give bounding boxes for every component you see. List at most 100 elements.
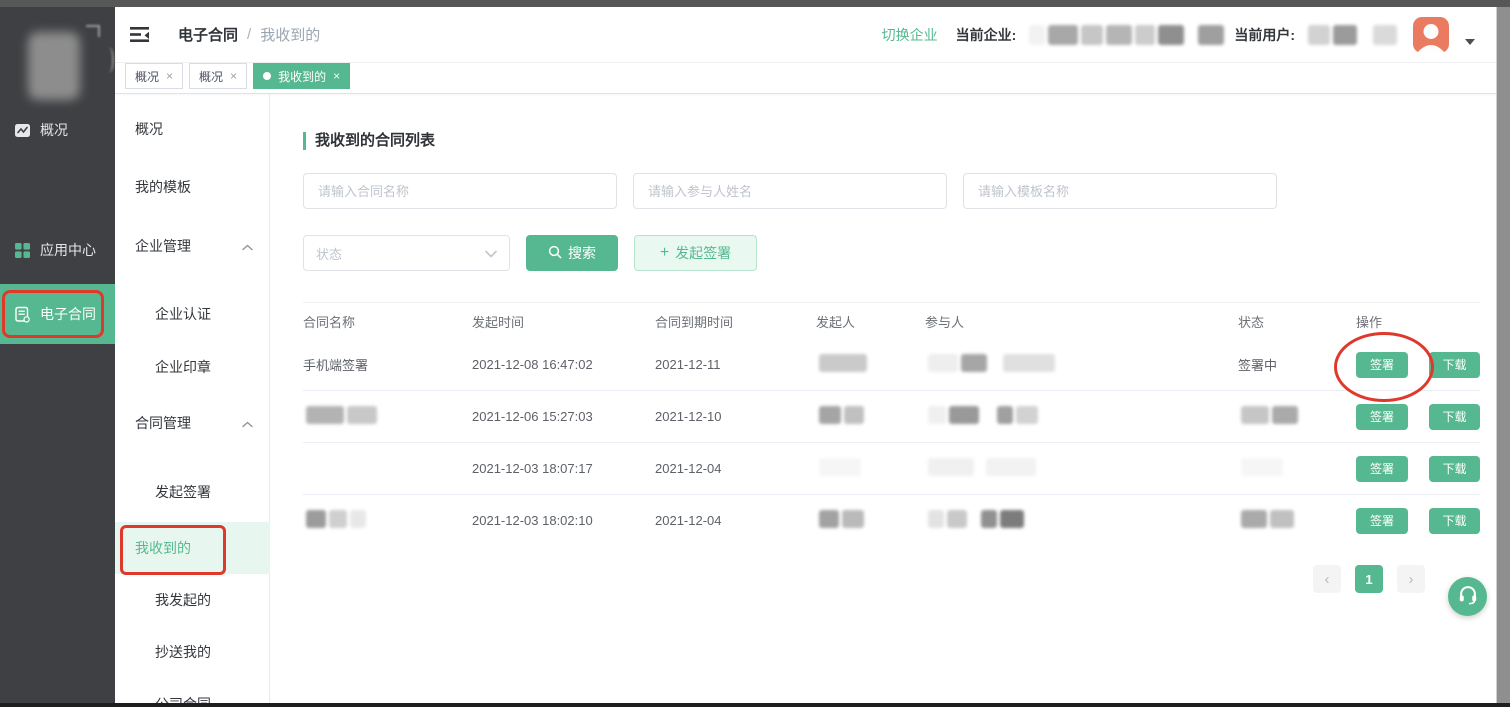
participants-redacted xyxy=(925,458,1036,476)
download-button[interactable]: 下载 xyxy=(1429,404,1480,430)
collapse-menu-icon[interactable] xyxy=(130,26,149,43)
create-sign-button[interactable]: + 发起签署 xyxy=(634,235,757,271)
cell-initiator xyxy=(816,406,925,427)
initiator-redacted xyxy=(816,354,867,372)
redacted-block xyxy=(329,510,347,528)
search-input-1[interactable] xyxy=(303,173,617,209)
redacted-block xyxy=(1241,406,1269,424)
breadcrumb-current: 我收到的 xyxy=(260,24,320,45)
pagination-page-1[interactable]: 1 xyxy=(1355,565,1383,593)
submenu-item-label: 抄送我的 xyxy=(155,642,211,662)
cell-participants xyxy=(925,458,1238,479)
search-input-2[interactable] xyxy=(633,173,947,209)
cell-initiator xyxy=(816,458,925,479)
status-text: 签署中 xyxy=(1238,358,1277,373)
submenu-item-label: 我收到的 xyxy=(135,538,191,558)
tab-2[interactable]: 概况× xyxy=(189,63,247,89)
filter-row: 状态 搜索 + 发起签署 xyxy=(303,235,1480,271)
redacted-block xyxy=(949,406,979,424)
contracts-table: 合同名称发起时间合同到期时间发起人参与人状态操作 手机端签署2021-12-08… xyxy=(303,302,1480,546)
cell-contract-name: 手机端签署 xyxy=(303,355,472,374)
download-button[interactable]: 下载 xyxy=(1429,508,1480,534)
submenu-item-概况[interactable]: 概况 xyxy=(115,103,269,155)
sign-button[interactable]: 签署 xyxy=(1356,404,1408,430)
sidebar-item-overview[interactable]: 概况 xyxy=(0,107,115,153)
tab-1[interactable]: 概况 × xyxy=(125,63,183,89)
submenu-item-合同管理[interactable]: 合同管理 xyxy=(115,397,269,449)
download-button[interactable]: 下载 xyxy=(1429,352,1480,378)
column-header: 发起人 xyxy=(816,312,925,331)
submenu-item-label: 企业管理 xyxy=(135,236,191,256)
submenu-item-我发起的[interactable]: 我发起的 xyxy=(115,574,269,626)
redacted-block xyxy=(819,458,861,476)
redacted-block xyxy=(1081,25,1103,45)
redacted-block xyxy=(981,510,997,528)
help-fab-button[interactable] xyxy=(1448,577,1487,616)
create-sign-button-label: 发起签署 xyxy=(675,243,731,263)
sign-button[interactable]: 签署 xyxy=(1356,352,1408,378)
submenu-item-label: 概况 xyxy=(135,119,163,139)
cell-expire-time: 2021-12-04 xyxy=(655,461,816,476)
topbar: 电子合同 / 我收到的 切换企业 当前企业: 当前用户: xyxy=(115,7,1497,63)
submenu-item-label: 我的模板 xyxy=(135,177,191,197)
tab-bar: 概况×概况×我收到的× xyxy=(115,63,1497,94)
sidebar-item-label: 电子合同 xyxy=(40,304,96,324)
window-top-strip xyxy=(0,0,1510,7)
tab-close-icon[interactable]: × xyxy=(230,69,237,83)
pagination-next-button[interactable]: › xyxy=(1397,565,1425,593)
pagination-prev-button[interactable]: ‹ xyxy=(1313,565,1341,593)
submenu-item-企业印章[interactable]: 企业印章 xyxy=(115,341,269,393)
download-button[interactable]: 下载 xyxy=(1429,456,1480,482)
sign-button-wrap: 签署 xyxy=(1356,508,1408,534)
secondary-sidebar: 概况我的模板企业管理企业认证企业印章合同管理发起签署我收到的我发起的抄送我的公司… xyxy=(115,94,270,703)
status-select[interactable]: 状态 xyxy=(303,235,510,271)
initiator-redacted xyxy=(816,458,861,476)
sidebar-item-e-contract[interactable]: 电子合同 xyxy=(0,284,115,344)
table-header: 合同名称发起时间合同到期时间发起人参与人状态操作 xyxy=(303,303,1480,339)
cell-status: 签署中 xyxy=(1238,355,1356,374)
redacted-block xyxy=(1272,406,1298,424)
breadcrumb: 电子合同 / 我收到的 xyxy=(178,24,320,45)
topbar-right: 切换企业 当前企业: 当前用户: xyxy=(882,17,1475,53)
sign-button[interactable]: 签署 xyxy=(1356,456,1408,482)
submenu-item-我的模板[interactable]: 我的模板 xyxy=(115,161,269,213)
search-input-3[interactable] xyxy=(963,173,1277,209)
redacted-block xyxy=(844,406,864,424)
apps-icon xyxy=(14,242,31,259)
search-button[interactable]: 搜索 xyxy=(526,235,618,271)
sign-button[interactable]: 签署 xyxy=(1356,508,1408,534)
column-header: 发起时间 xyxy=(472,312,655,331)
sidebar-item-app-center[interactable]: 应用中心 xyxy=(0,227,115,273)
submenu-item-企业管理[interactable]: 企业管理 xyxy=(115,220,269,272)
redacted-block xyxy=(1135,25,1155,45)
caret-up-icon xyxy=(242,415,253,431)
logo-redacted xyxy=(28,32,80,100)
submenu-item-label: 我发起的 xyxy=(155,590,211,610)
cell-participants xyxy=(925,510,1238,531)
tab-3-active[interactable]: 我收到的× xyxy=(253,63,350,89)
redacted-block xyxy=(1000,510,1024,528)
cell-actions: 签署下载 xyxy=(1356,352,1480,378)
search-button-label: 搜索 xyxy=(568,243,596,263)
table-row: 手机端签署2021-12-08 16:47:022021-12-11签署中签署下… xyxy=(303,339,1480,390)
contract-name-redacted xyxy=(303,406,377,424)
user-menu-caret-icon[interactable] xyxy=(1465,39,1475,45)
tab-label: 概况 xyxy=(135,68,159,85)
redacted-block xyxy=(347,406,377,424)
submenu-item-企业认证[interactable]: 企业认证 xyxy=(115,288,269,340)
user-avatar[interactable] xyxy=(1413,17,1449,53)
cell-start-time: 2021-12-03 18:02:10 xyxy=(472,513,655,528)
cell-expire-time: 2021-12-04 xyxy=(655,513,816,528)
submenu-item-label: 发起签署 xyxy=(155,482,211,502)
breadcrumb-root[interactable]: 电子合同 xyxy=(178,24,238,45)
app-window: 概况应用中心电子合同 电子合同 / 我收到的 切换企业 当前企业: xyxy=(0,0,1510,707)
tab-close-icon[interactable]: × xyxy=(166,69,173,83)
submenu-item-发起签署[interactable]: 发起签署 xyxy=(115,466,269,518)
switch-company-link[interactable]: 切换企业 xyxy=(882,25,938,45)
tab-close-icon[interactable]: × xyxy=(333,69,340,83)
redacted-block xyxy=(1270,510,1294,528)
submenu-item-抄送我的[interactable]: 抄送我的 xyxy=(115,626,269,678)
redacted-block xyxy=(306,406,344,424)
redacted-block xyxy=(1106,25,1132,45)
cell-status xyxy=(1238,510,1356,531)
